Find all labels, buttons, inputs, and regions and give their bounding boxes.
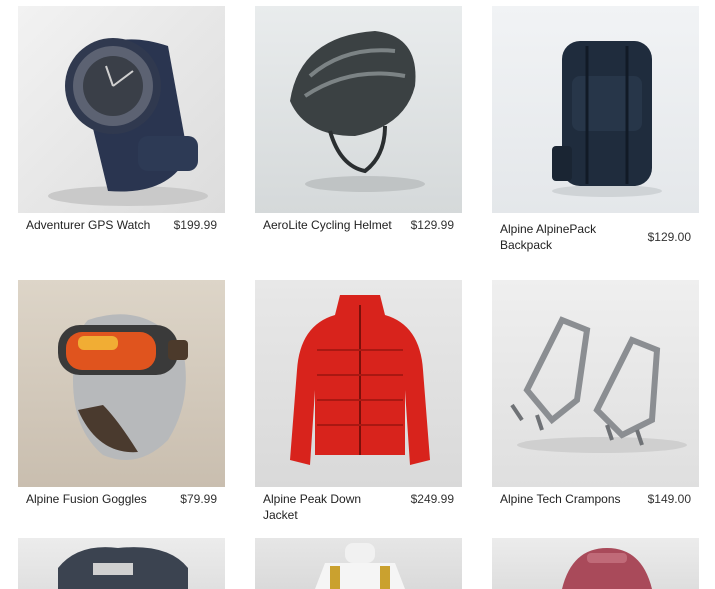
product-meta: AeroLite Cycling Helmet $129.99 (255, 217, 462, 251)
product-name[interactable]: Alpine AlpinePack Backpack (500, 221, 630, 253)
product-name[interactable]: Alpine Fusion Goggles (26, 491, 147, 507)
gps-watch-image[interactable] (18, 6, 225, 213)
product-meta: Alpine AlpinePack Backpack $129.00 (492, 217, 699, 257)
down-jacket-image[interactable] (255, 280, 462, 487)
product-price: $199.99 (173, 218, 217, 232)
product-name[interactable]: Adventurer GPS Watch (26, 217, 150, 233)
mannequin-vest-image[interactable] (255, 538, 462, 589)
product-price: $79.99 (180, 492, 217, 506)
product-card[interactable]: Alpine AlpinePack Backpack $129.00 (492, 6, 699, 257)
product-price: $129.99 (410, 218, 454, 232)
product-meta: Adventurer GPS Watch $199.99 (18, 217, 225, 251)
product-card[interactable] (18, 538, 225, 589)
cycling-helmet-image[interactable] (255, 6, 462, 213)
product-price: $149.00 (647, 492, 691, 506)
product-card[interactable]: AeroLite Cycling Helmet $129.99 (255, 6, 462, 251)
harness-image[interactable] (18, 538, 225, 589)
backpack-image[interactable] (492, 6, 699, 213)
product-name[interactable]: Alpine Peak Down Jacket (263, 491, 393, 523)
pink-gear-image[interactable] (492, 538, 699, 589)
product-card[interactable]: Alpine Tech Crampons $149.00 (492, 280, 699, 525)
product-card[interactable] (492, 538, 699, 589)
goggles-image[interactable] (18, 280, 225, 487)
product-card[interactable]: Alpine Fusion Goggles $79.99 (18, 280, 225, 525)
product-card[interactable] (255, 538, 462, 589)
product-price: $129.00 (647, 230, 691, 244)
product-price: $249.99 (410, 492, 454, 506)
crampons-image[interactable] (492, 280, 699, 487)
product-card[interactable]: Adventurer GPS Watch $199.99 (18, 6, 225, 251)
product-meta: Alpine Peak Down Jacket $249.99 (255, 491, 462, 525)
product-meta: Alpine Tech Crampons $149.00 (492, 491, 699, 525)
product-meta: Alpine Fusion Goggles $79.99 (18, 491, 225, 525)
product-card[interactable]: Alpine Peak Down Jacket $249.99 (255, 280, 462, 525)
product-name[interactable]: Alpine Tech Crampons (500, 491, 621, 507)
product-name[interactable]: AeroLite Cycling Helmet (263, 217, 392, 233)
